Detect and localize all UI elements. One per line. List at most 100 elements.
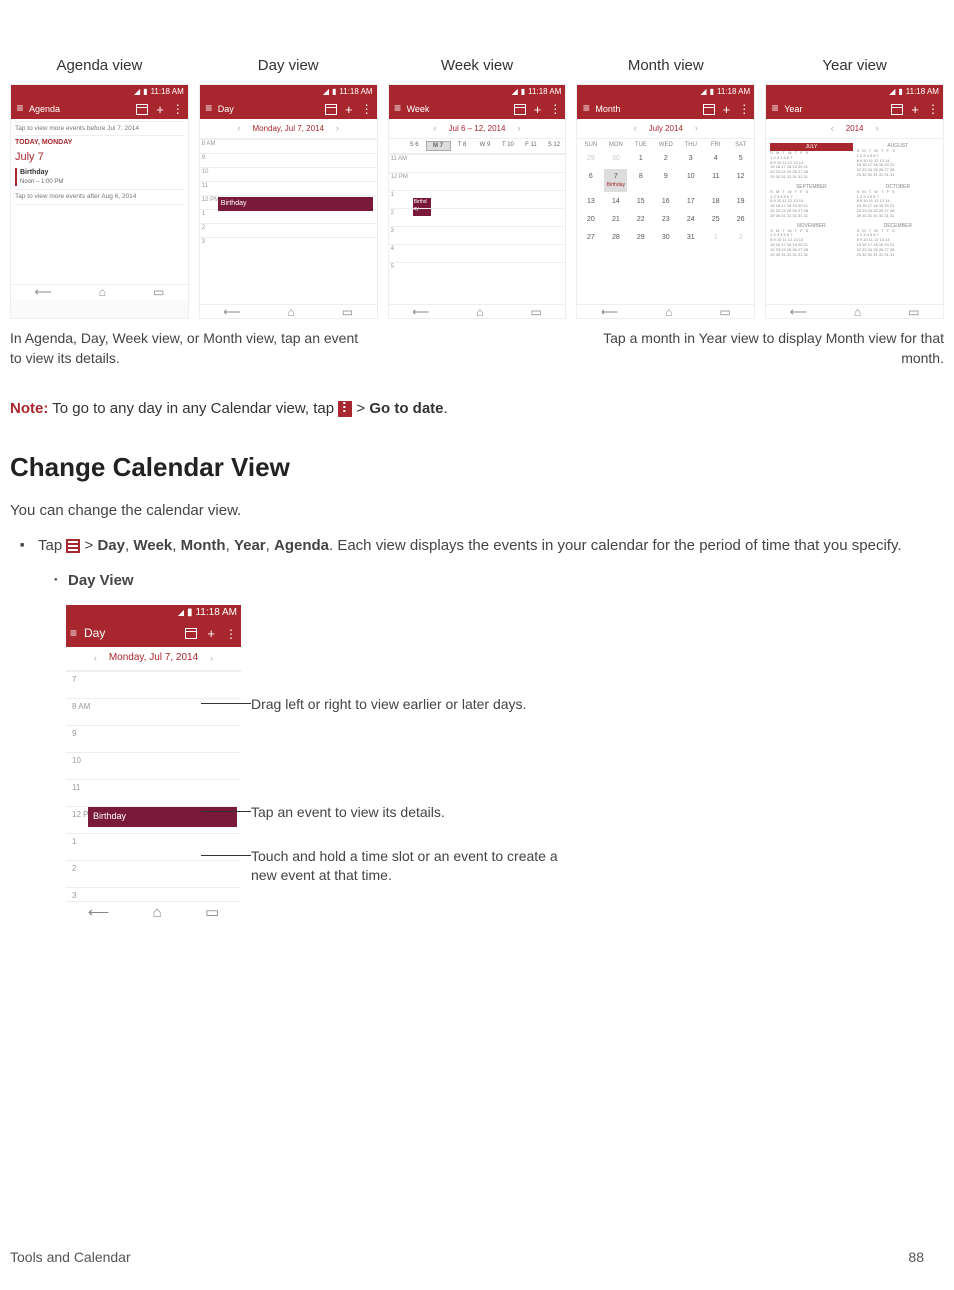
today-icon[interactable]	[703, 104, 715, 115]
month-day-cell[interactable]: 31	[679, 230, 702, 246]
back-icon[interactable]: ⟵	[412, 304, 429, 319]
add-event-icon[interactable]: +	[156, 103, 164, 116]
home-icon[interactable]: ⌂	[153, 902, 162, 923]
home-icon[interactable]: ⌂	[99, 284, 106, 301]
next-icon[interactable]: ›	[336, 122, 339, 135]
week-day-header[interactable]: F 11	[519, 141, 542, 151]
month-day-cell[interactable]: 10	[679, 169, 702, 192]
month-day-cell[interactable]: 7Birthday	[604, 169, 627, 192]
drawer-icon[interactable]	[393, 102, 403, 116]
recent-icon[interactable]: ▭	[342, 304, 353, 319]
hour-row[interactable]: 11	[200, 181, 377, 195]
month-day-cell[interactable]: 3	[679, 151, 702, 167]
range-label[interactable]: Jul 6 – 12, 2014	[449, 123, 506, 134]
drawer-icon[interactable]	[581, 102, 591, 116]
month-day-cell[interactable]: 18	[704, 194, 727, 210]
range-label[interactable]: 2014	[846, 123, 864, 134]
month-day-cell[interactable]: 4	[704, 151, 727, 167]
add-event-icon[interactable]: +	[534, 103, 542, 116]
back-icon[interactable]: ⟵	[790, 304, 807, 319]
recent-icon[interactable]: ▭	[531, 304, 542, 319]
hour-row[interactable]: 1	[200, 209, 377, 223]
month-day-cell[interactable]: 30	[654, 230, 677, 246]
date-label[interactable]: Monday, Jul 7, 2014	[109, 651, 198, 665]
today-icon[interactable]	[891, 104, 903, 115]
month-day-cell[interactable]: 28	[604, 230, 627, 246]
drawer-icon[interactable]	[204, 102, 214, 116]
week-day-header[interactable]: T 10	[496, 141, 519, 151]
today-icon[interactable]	[136, 104, 148, 115]
range-label[interactable]: July 2014	[649, 123, 683, 134]
overflow-menu-icon[interactable]: ⋮	[738, 103, 750, 115]
month-day-cell[interactable]: 19	[729, 194, 752, 210]
week-day-header[interactable]: T 8	[451, 141, 474, 151]
hour-row[interactable]: 2	[200, 223, 377, 237]
month-day-cell[interactable]: 12	[729, 169, 752, 192]
week-day-header[interactable]: S 12	[542, 141, 565, 151]
agenda-event[interactable]: Birthday Noon – 1:00 PM	[15, 168, 184, 186]
day-event[interactable]: Birthday	[88, 807, 237, 827]
add-event-icon[interactable]: +	[345, 103, 353, 116]
recent-icon[interactable]: ▭	[908, 304, 919, 319]
month-day-cell[interactable]: 21	[604, 212, 627, 228]
recent-icon[interactable]: ▭	[153, 284, 164, 301]
month-day-cell[interactable]: 24	[679, 212, 702, 228]
next-icon[interactable]: ›	[875, 122, 878, 135]
hour-row[interactable]: 7	[66, 671, 241, 698]
add-event-icon[interactable]: +	[723, 103, 731, 116]
day-event[interactable]: Birthday	[218, 197, 373, 211]
month-day-cell[interactable]: 5	[729, 151, 752, 167]
month-day-cell[interactable]: 17	[679, 194, 702, 210]
month-day-cell[interactable]: 27	[579, 230, 602, 246]
year-month-november[interactable]: NOVEMBERS M T W T F S1 2 3 4 5 6 78 9 10…	[770, 223, 852, 258]
home-icon[interactable]: ⌂	[476, 304, 483, 319]
month-day-cell[interactable]: 1	[704, 230, 727, 246]
prev-icon[interactable]: ‹	[94, 652, 97, 665]
prev-icon[interactable]: ‹	[831, 122, 834, 135]
month-day-cell[interactable]: 29	[629, 230, 652, 246]
home-icon[interactable]: ⌂	[288, 304, 295, 319]
year-month-october[interactable]: OCTOBERS M T W T F S1 2 3 4 5 6 78 9 10 …	[857, 184, 939, 219]
drawer-icon[interactable]	[770, 102, 780, 116]
today-icon[interactable]	[514, 104, 526, 115]
add-event-icon[interactable]: +	[207, 627, 215, 640]
next-icon[interactable]: ›	[517, 122, 520, 135]
date-label[interactable]: Monday, Jul 7, 2014	[252, 123, 323, 134]
today-icon[interactable]	[185, 628, 197, 639]
year-month-september[interactable]: SEPTEMBERS M T W T F S1 2 3 4 5 6 78 9 1…	[770, 184, 852, 219]
hour-row[interactable]: 8 AM	[200, 139, 377, 153]
add-event-icon[interactable]: +	[911, 103, 919, 116]
recent-icon[interactable]: ▭	[205, 902, 219, 923]
drawer-icon[interactable]	[70, 625, 80, 642]
next-icon[interactable]: ›	[210, 652, 213, 665]
year-month-july[interactable]: JULYS M T W T F S1 2 3 4 5 6 78 9 10 11 …	[770, 143, 852, 180]
month-day-cell[interactable]: 25	[704, 212, 727, 228]
month-day-cell[interactable]: 6	[579, 169, 602, 192]
month-day-cell[interactable]: 26	[729, 212, 752, 228]
drawer-icon[interactable]	[15, 102, 25, 116]
year-month-december[interactable]: DECEMBERS M T W T F S1 2 3 4 5 6 78 9 10…	[857, 223, 939, 258]
month-day-cell[interactable]: 22	[629, 212, 652, 228]
hour-row[interactable]: 3	[66, 887, 241, 901]
back-icon[interactable]: ⟵	[88, 902, 110, 923]
overflow-menu-icon[interactable]: ⋮	[361, 103, 373, 115]
hour-row[interactable]: 2	[66, 860, 241, 887]
month-day-cell[interactable]: 2	[654, 151, 677, 167]
year-month-august[interactable]: AUGUSTS M T W T F S1 2 3 4 5 6 78 9 10 1…	[857, 143, 939, 180]
overflow-menu-icon[interactable]: ⋮	[172, 103, 184, 115]
back-icon[interactable]: ⟵	[35, 284, 52, 301]
month-day-cell[interactable]: 8	[629, 169, 652, 192]
overflow-menu-icon[interactable]: ⋮	[225, 628, 237, 640]
month-day-cell[interactable]: 9	[654, 169, 677, 192]
hour-row[interactable]: 9	[200, 153, 377, 167]
back-icon[interactable]: ⟵	[601, 304, 618, 319]
month-day-cell[interactable]: 14	[604, 194, 627, 210]
prev-icon[interactable]: ‹	[237, 122, 240, 135]
hour-row[interactable]: 10	[66, 752, 241, 779]
recent-icon[interactable]: ▭	[719, 304, 730, 319]
back-icon[interactable]: ⟵	[223, 304, 240, 319]
month-day-cell[interactable]: 29	[579, 151, 602, 167]
month-day-cell[interactable]: 13	[579, 194, 602, 210]
home-icon[interactable]: ⌂	[665, 304, 672, 319]
before-events-label[interactable]: Tap to view more events before Jul 7, 20…	[15, 121, 184, 136]
